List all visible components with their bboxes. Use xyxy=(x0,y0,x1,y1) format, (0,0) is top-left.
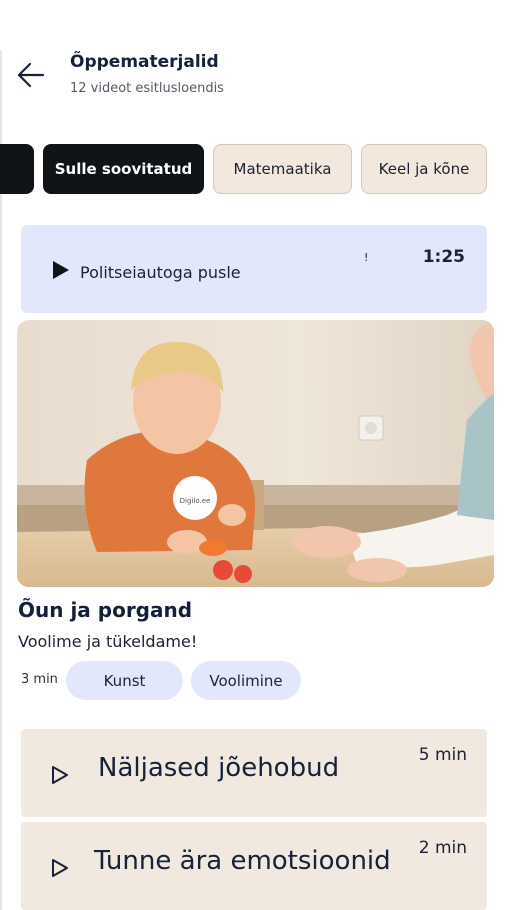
category-chips: Sulle soovitatud Matemaatika Keel ja kõn… xyxy=(0,144,512,196)
chip-recommended[interactable]: Sulle soovitatud xyxy=(43,144,204,194)
arrow-left-icon xyxy=(17,62,45,88)
back-button[interactable] xyxy=(14,58,48,92)
play-outline-icon[interactable] xyxy=(51,858,69,878)
thumbnail-scene: Digilo.ee xyxy=(17,320,494,587)
list-item-duration: 5 min xyxy=(418,745,467,765)
thumbnail-logo-text: Digilo.ee xyxy=(180,497,211,505)
featured-title: Õun ja porgand xyxy=(18,598,193,622)
chip-language[interactable]: Keel ja kõne xyxy=(361,144,487,194)
now-playing-marker: ! xyxy=(364,251,369,264)
tag-art[interactable]: Kunst xyxy=(66,661,183,700)
page-title: Õppematerjalid xyxy=(70,52,219,72)
now-playing-title: Politseiautoga pusle xyxy=(80,263,241,282)
tag-modelling[interactable]: Voolimine xyxy=(191,661,301,700)
featured-duration: 3 min xyxy=(21,672,58,687)
play-icon[interactable] xyxy=(51,260,71,280)
featured-description: Voolime ja tükeldame! xyxy=(18,632,198,651)
page-subtitle: 12 videot esitlusloendis xyxy=(70,81,224,96)
chip-previous-partial[interactable] xyxy=(0,144,34,194)
chip-math[interactable]: Matemaatika xyxy=(213,144,352,194)
list-item-title: Näljased jõehobud xyxy=(98,753,340,783)
list-item[interactable]: Tunne ära emotsioonid 2 min xyxy=(21,822,487,910)
now-playing-bar[interactable]: Politseiautoga pusle ! 1:25 xyxy=(21,225,487,313)
list-item-duration: 2 min xyxy=(418,838,467,858)
list-item[interactable]: Näljased jõehobud 5 min xyxy=(21,729,487,817)
now-playing-duration: 1:25 xyxy=(422,247,465,267)
play-outline-icon[interactable] xyxy=(51,765,69,785)
featured-video-thumbnail[interactable]: Digilo.ee xyxy=(17,320,494,587)
list-item-title: Tunne ära emotsioonid xyxy=(94,846,391,876)
